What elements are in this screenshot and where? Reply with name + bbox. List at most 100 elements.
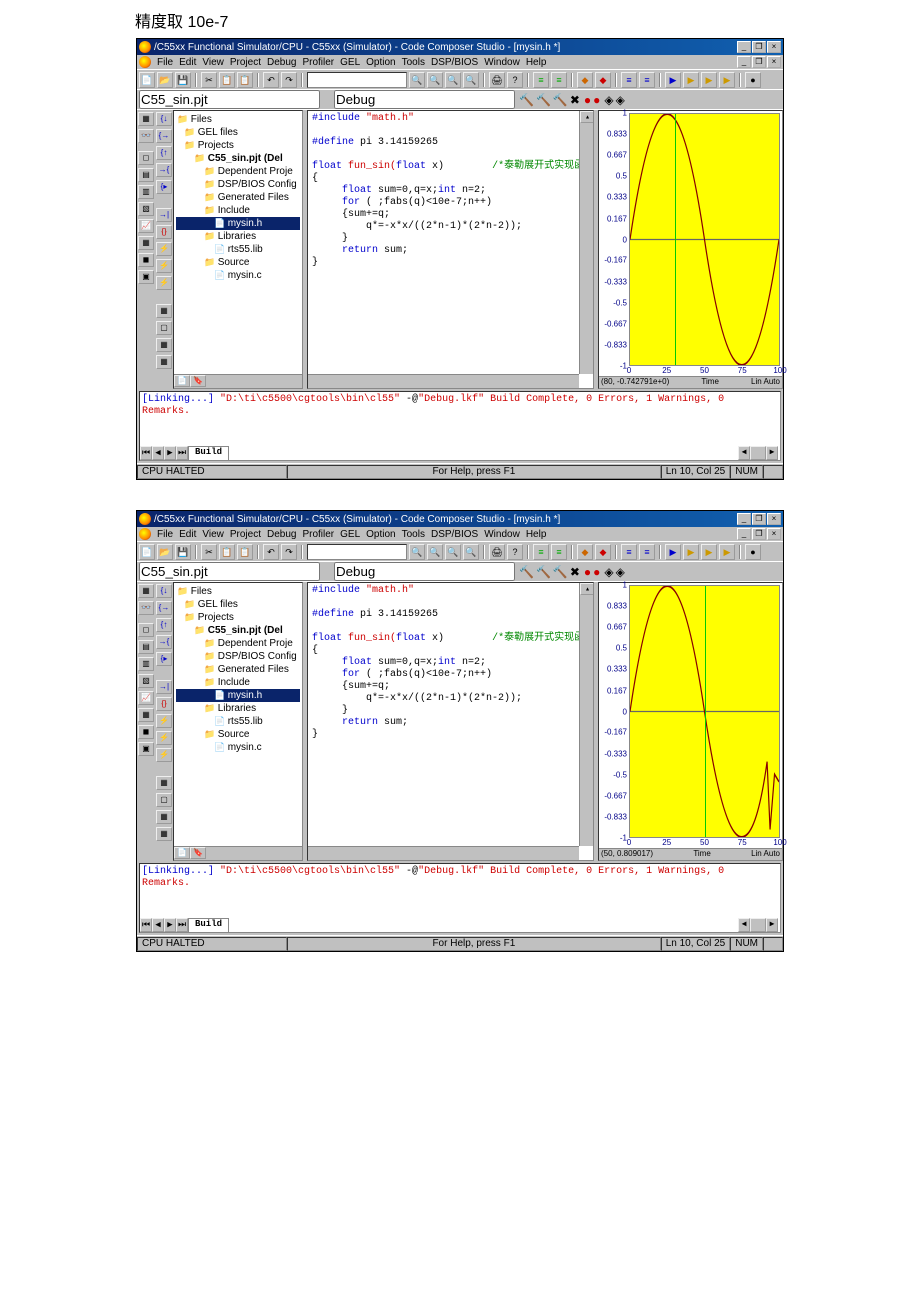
file-tab-icon[interactable]: 📄 [174, 375, 190, 387]
find-next-button[interactable]: 🔍 [427, 544, 443, 560]
tab-prev-button[interactable]: ◀ [152, 918, 164, 932]
probe-button[interactable]: ◈ [604, 93, 613, 107]
step-out-button[interactable]: {↑ [156, 146, 172, 160]
cut-button[interactable]: ✂ [201, 72, 217, 88]
indent-button[interactable]: ≡ [533, 72, 549, 88]
horizontal-scrollbar[interactable] [308, 846, 579, 860]
close-button[interactable]: × [767, 513, 781, 525]
run-cursor-button[interactable]: →{ [156, 163, 172, 177]
tree-item[interactable]: Projects [176, 139, 300, 152]
menu-window[interactable]: Window [484, 57, 520, 68]
reg-button[interactable]: ▣ [138, 270, 154, 284]
list1-button[interactable]: ≡ [621, 544, 637, 560]
run-free-button[interactable]: ⚡ [156, 748, 172, 762]
run4-button[interactable]: ▶ [719, 72, 735, 88]
graph-button[interactable]: 📈 [138, 219, 154, 233]
titlebar[interactable]: /C55xx Functional Simulator/CPU - C55xx … [137, 511, 783, 527]
find-button[interactable]: 🔍 [409, 544, 425, 560]
restore-button[interactable]: ❐ [752, 513, 766, 525]
step-into-button[interactable]: {↓ [156, 112, 172, 126]
run-to-button[interactable]: →| [156, 680, 172, 694]
menu-view[interactable]: View [202, 57, 224, 68]
horizontal-scrollbar[interactable] [308, 374, 579, 388]
restore-button[interactable]: ❐ [752, 41, 766, 53]
step-out-button[interactable]: {↑ [156, 618, 172, 632]
menu-help[interactable]: Help [526, 529, 547, 540]
tree-item[interactable]: Projects [176, 611, 300, 624]
menu-debug[interactable]: Debug [267, 529, 296, 540]
build-button[interactable]: 🔨 [519, 93, 534, 107]
project-combo[interactable] [139, 562, 320, 581]
watch-button[interactable]: ◼ [138, 253, 154, 267]
open-button[interactable]: 📂 [157, 72, 173, 88]
paste-button[interactable]: 📋 [237, 72, 253, 88]
tree-item[interactable]: Libraries [176, 702, 300, 715]
build-button[interactable]: 🔨 [519, 565, 534, 579]
run-button[interactable]: ⚡ [156, 242, 172, 256]
run1-button[interactable]: ▶ [665, 544, 681, 560]
tab-build[interactable]: Build [188, 918, 229, 932]
registers-button[interactable]: ▦ [156, 304, 172, 318]
child-close-button[interactable]: × [767, 528, 781, 540]
tile-h-button[interactable]: ▤ [138, 640, 154, 654]
stop-button[interactable]: ● [745, 544, 761, 560]
minimize-button[interactable]: _ [737, 41, 751, 53]
menu-view[interactable]: View [202, 529, 224, 540]
menu-project[interactable]: Project [230, 529, 261, 540]
titlebar[interactable]: /C55xx Functional Simulator/CPU - C55xx … [137, 39, 783, 55]
print-button[interactable]: 🖨 [489, 544, 505, 560]
disasm-button[interactable]: ▦ [156, 827, 172, 841]
run2-button[interactable]: ▶ [683, 72, 699, 88]
menu-gel[interactable]: GEL [340, 57, 360, 68]
bookmark-next-button[interactable]: ◆ [595, 72, 611, 88]
graph-panel[interactable]: 1 0.833 0.667 0.5 0.333 0.167 0 -0.167 -… [598, 110, 783, 389]
open-button[interactable]: 📂 [157, 544, 173, 560]
new-button[interactable]: 📄 [139, 544, 155, 560]
output-scrollbar[interactable]: ◀▶ [738, 446, 778, 460]
bookmark-button[interactable]: ◆ [577, 72, 593, 88]
stack-button[interactable]: ▦ [156, 338, 172, 352]
breakpoint-button[interactable]: ● [584, 565, 591, 579]
output-text[interactable]: [Linking...] "D:\ti\c5500\cgtools\bin\cl… [142, 394, 778, 418]
graph-panel[interactable]: 1 0.833 0.667 0.5 0.333 0.167 0 -0.167 -… [598, 582, 783, 861]
tab-first-button[interactable]: ⏮ [140, 918, 152, 932]
close-button[interactable]: × [767, 41, 781, 53]
tile-v-button[interactable]: ▥ [138, 657, 154, 671]
print-button[interactable]: 🖨 [489, 72, 505, 88]
search-combo[interactable] [307, 544, 407, 560]
cursor-line[interactable] [675, 114, 676, 365]
tree-item[interactable]: GEL files [176, 598, 300, 611]
mem-button[interactable]: ▦ [138, 708, 154, 722]
tree-item[interactable]: Generated Files [176, 663, 300, 676]
list2-button[interactable]: ≡ [639, 72, 655, 88]
graph-plot-area[interactable] [629, 585, 780, 838]
watch-button[interactable]: ◼ [138, 725, 154, 739]
tree-item[interactable]: DSP/BIOS Config [176, 650, 300, 663]
menu-profiler[interactable]: Profiler [302, 57, 334, 68]
menu-dspbios[interactable]: DSP/BIOS [431, 57, 478, 68]
tree-item[interactable]: C55_sin.pjt (Del [176, 624, 300, 637]
mem-button[interactable]: ▦ [138, 236, 154, 250]
tree-root-files[interactable]: Files [176, 113, 300, 126]
glasses-icon[interactable]: 👓 [138, 129, 154, 143]
breakpoint-button[interactable]: ● [584, 93, 591, 107]
run-to-button[interactable]: →| [156, 208, 172, 222]
step-over-button[interactable]: {→ [156, 129, 172, 143]
rebuild-button[interactable]: 🔨 [536, 565, 551, 579]
step-asm-button[interactable]: {▸ [156, 180, 172, 194]
code-content[interactable]: #include "math.h" #define pi 3.14159265 … [308, 111, 593, 271]
stop-build-button[interactable]: ✖ [570, 565, 580, 579]
project-combo[interactable] [139, 90, 320, 109]
graph-button[interactable]: 📈 [138, 691, 154, 705]
list1-button[interactable]: ≡ [621, 72, 637, 88]
disasm-button[interactable]: ▦ [156, 355, 172, 369]
tab-prev-button[interactable]: ◀ [152, 446, 164, 460]
tile-v-button[interactable]: ▥ [138, 185, 154, 199]
animate-button[interactable]: ⚡ [156, 259, 172, 273]
cascade-button[interactable]: ▧ [138, 202, 154, 216]
tree-item[interactable]: mysin.c [176, 269, 300, 282]
outdent-button[interactable]: ≡ [551, 544, 567, 560]
tree-item[interactable]: rts55.lib [176, 243, 300, 256]
tab-build[interactable]: Build [188, 446, 229, 460]
probe-clear-button[interactable]: ◈ [616, 565, 625, 579]
